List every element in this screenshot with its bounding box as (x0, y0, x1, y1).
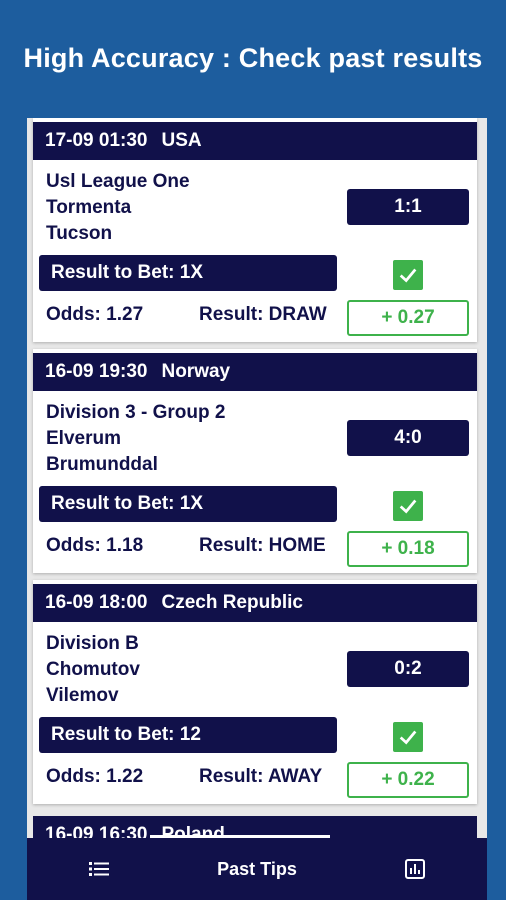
result-value: Result: AWAY (199, 766, 323, 787)
away-team: Vilemov (46, 685, 119, 706)
match-card[interactable]: 16-09 18:00 Czech Republic Division B Ch… (33, 580, 477, 804)
match-date: 17-09 01:30 (45, 130, 148, 151)
score-badge: 4:0 (347, 420, 469, 456)
profit-badge: + 0.22 (347, 762, 469, 798)
home-team: Elverum (46, 428, 121, 449)
match-header: 17-09 01:30 USA (33, 122, 477, 160)
profit-badge: + 0.18 (347, 531, 469, 567)
match-card[interactable]: 16-09 19:30 Norway Division 3 - Group 2 … (33, 349, 477, 573)
page-title: High Accuracy : Check past results (23, 42, 483, 73)
match-teams: Division B Chomutov Vilemov (46, 631, 346, 709)
odds-value: Odds: 1.18 (46, 535, 144, 556)
match-teams: Division 3 - Group 2 Elverum Brumunddal (46, 400, 346, 478)
check-icon (393, 491, 423, 521)
match-country: USA (161, 130, 202, 151)
league-name: Division 3 - Group 2 (46, 402, 226, 423)
nav-past-tips[interactable]: Past Tips (217, 859, 297, 880)
match-date: 16-09 16:30 (45, 824, 148, 838)
away-team: Brumunddal (46, 454, 158, 475)
match-teams: Usl League One Tormenta Tucson (46, 169, 346, 247)
odds-value: Odds: 1.27 (46, 304, 144, 325)
bet-label: Result to Bet: 1X (39, 255, 337, 291)
score-badge: 0:2 (347, 651, 469, 687)
home-team: Tormenta (46, 197, 132, 218)
odds-value: Odds: 1.22 (46, 766, 144, 787)
league-name: Usl League One (46, 171, 190, 192)
match-date: 16-09 19:30 (45, 361, 148, 382)
match-date: 16-09 18:00 (45, 592, 148, 613)
result-value: Result: HOME (199, 535, 326, 556)
result-value: Result: DRAW (199, 304, 327, 325)
away-team: Tucson (46, 223, 113, 244)
bottom-nav: Past Tips (27, 838, 487, 900)
check-icon (393, 722, 423, 752)
tips-list[interactable]: 17-09 01:30 USA Usl League One Tormenta … (27, 118, 487, 838)
header: High Accuracy : Check past results (0, 0, 506, 116)
league-name: Division B (46, 633, 139, 654)
list-icon[interactable] (87, 857, 111, 881)
score-badge: 1:1 (347, 189, 469, 225)
home-team: Chomutov (46, 659, 140, 680)
match-header: 16-09 19:30 Norway (33, 353, 477, 391)
bet-label: Result to Bet: 12 (39, 717, 337, 753)
match-header: 16-09 18:00 Czech Republic (33, 584, 477, 622)
chart-icon[interactable] (403, 857, 427, 881)
profit-badge: + 0.27 (347, 300, 469, 336)
match-card[interactable]: 17-09 01:30 USA Usl League One Tormenta … (33, 118, 477, 342)
check-icon (393, 260, 423, 290)
match-country: Norway (161, 361, 231, 382)
match-country: Czech Republic (161, 592, 303, 613)
bet-label: Result to Bet: 1X (39, 486, 337, 522)
